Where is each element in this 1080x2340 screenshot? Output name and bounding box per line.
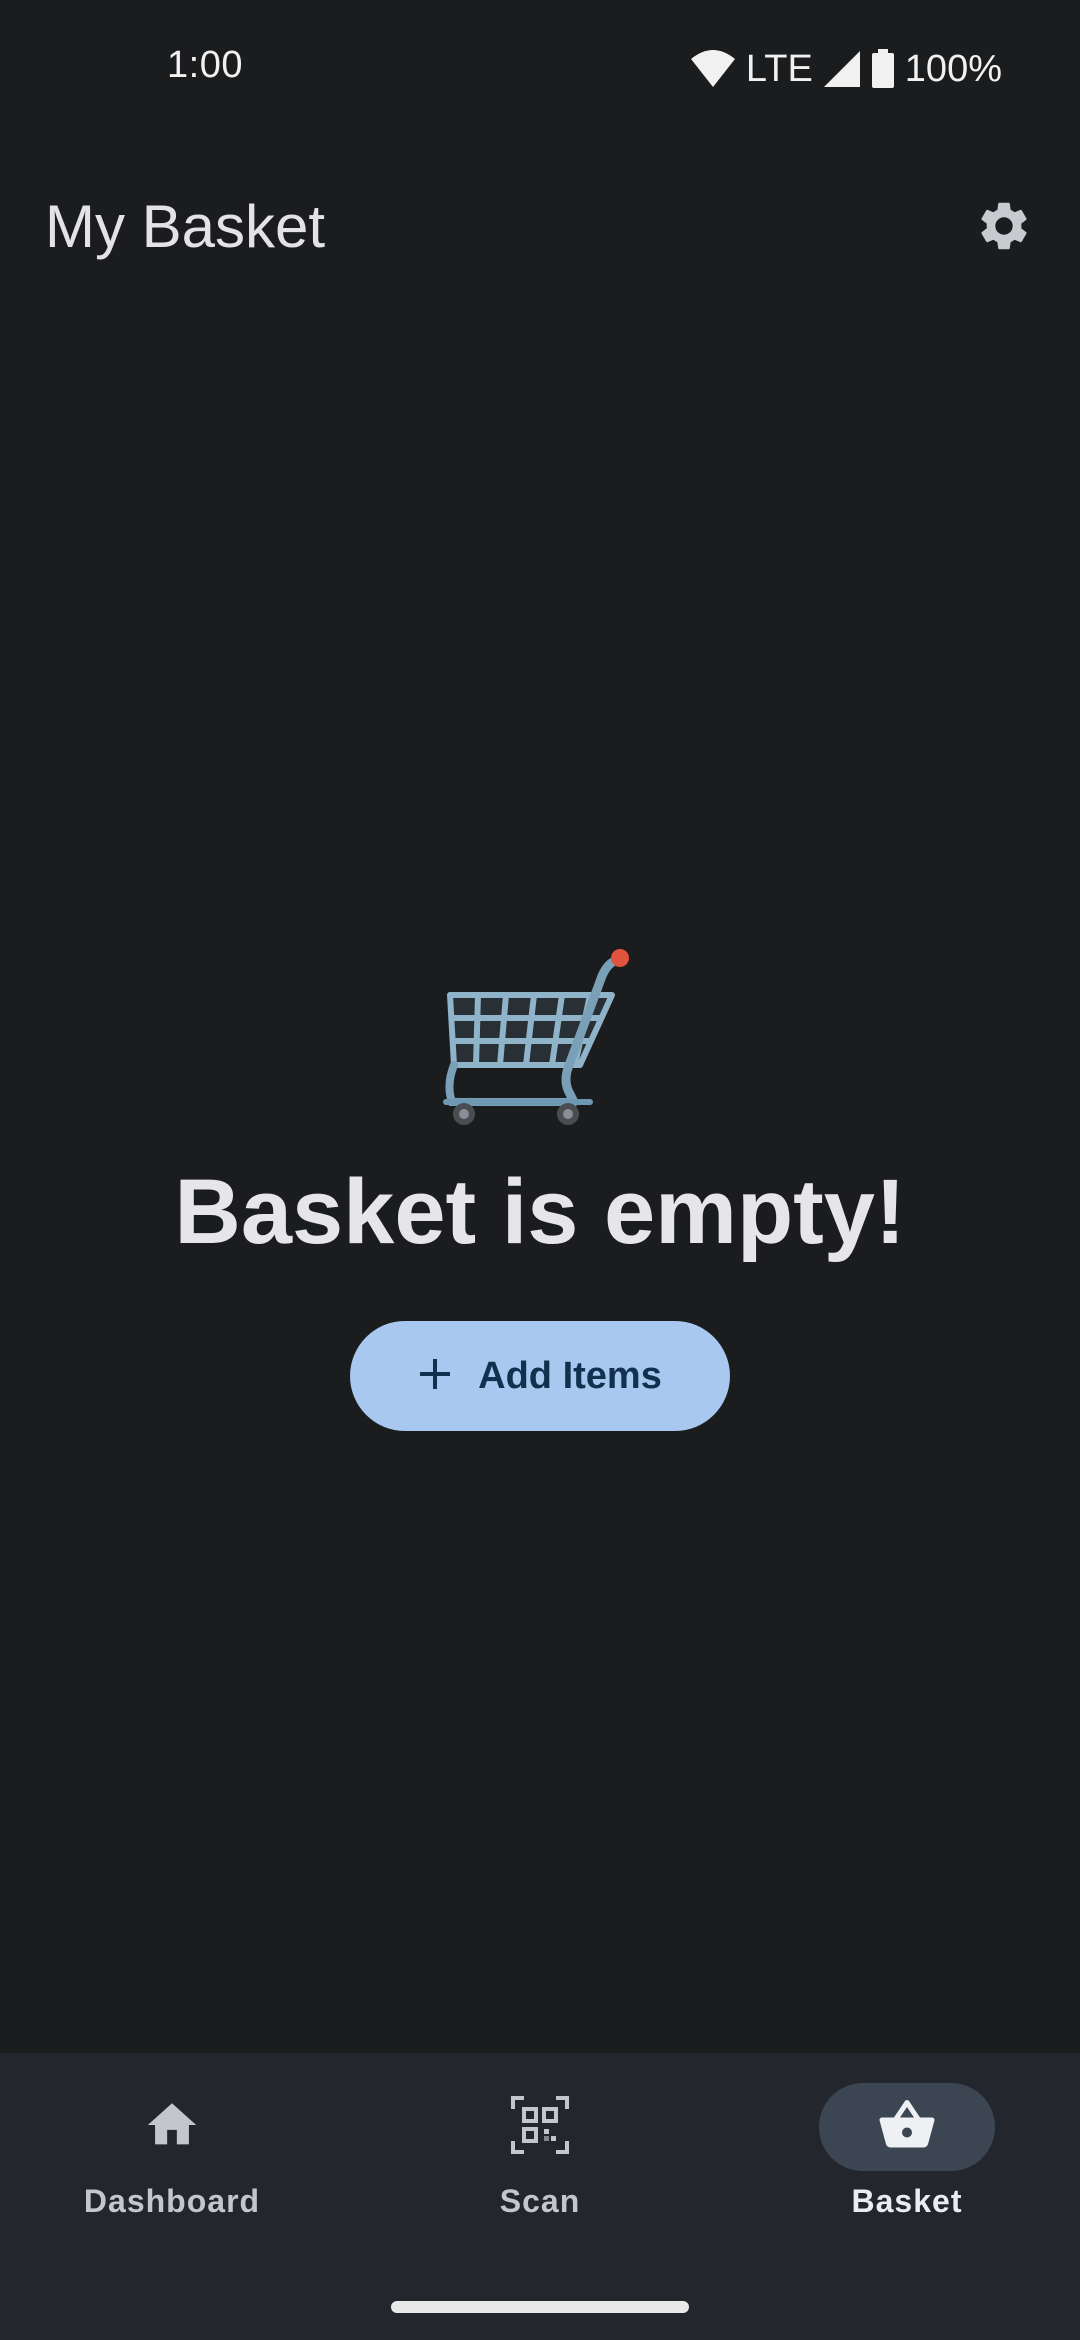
page-title: My Basket (45, 193, 326, 260)
nav-item-dashboard[interactable]: Dashboard (22, 2083, 322, 2243)
wifi-icon (690, 49, 736, 89)
nav-label-scan: Scan (499, 2183, 581, 2219)
gesture-handle[interactable] (391, 2301, 689, 2313)
shopping-cart-icon (440, 940, 640, 1140)
nav-icon-container (84, 2083, 260, 2171)
battery-level: 100% (904, 48, 1002, 90)
plus-icon (418, 1357, 452, 1396)
settings-button[interactable] (964, 188, 1044, 268)
nav-item-basket[interactable]: Basket (757, 2083, 1057, 2243)
status-bar: 1:00 LTE 100% (0, 0, 1080, 140)
nav-icon-container (452, 2083, 628, 2171)
gear-icon (975, 197, 1033, 260)
basket-icon (877, 2095, 937, 2160)
nav-item-scan[interactable]: Scan (390, 2083, 690, 2243)
battery-icon (871, 49, 895, 89)
network-type: LTE (745, 48, 813, 90)
nav-label-basket: Basket (851, 2183, 963, 2219)
qr-scan-icon (510, 2095, 570, 2160)
bottom-navigation: Dashboard Scan Basket (0, 2053, 1080, 2340)
empty-state-title: Basket is empty! (174, 1161, 906, 1263)
nav-active-indicator (819, 2083, 995, 2171)
empty-state: Basket is empty! Add Items (0, 940, 1080, 1431)
status-time: 1:00 (167, 44, 243, 86)
nav-label-dashboard: Dashboard (83, 2183, 261, 2219)
home-icon (143, 2096, 201, 2159)
cell-signal-icon (823, 50, 861, 88)
app-bar: My Basket (0, 170, 1080, 280)
add-items-label: Add Items (478, 1354, 662, 1397)
status-icons: LTE 100% (690, 44, 1002, 94)
add-items-button[interactable]: Add Items (350, 1321, 730, 1431)
